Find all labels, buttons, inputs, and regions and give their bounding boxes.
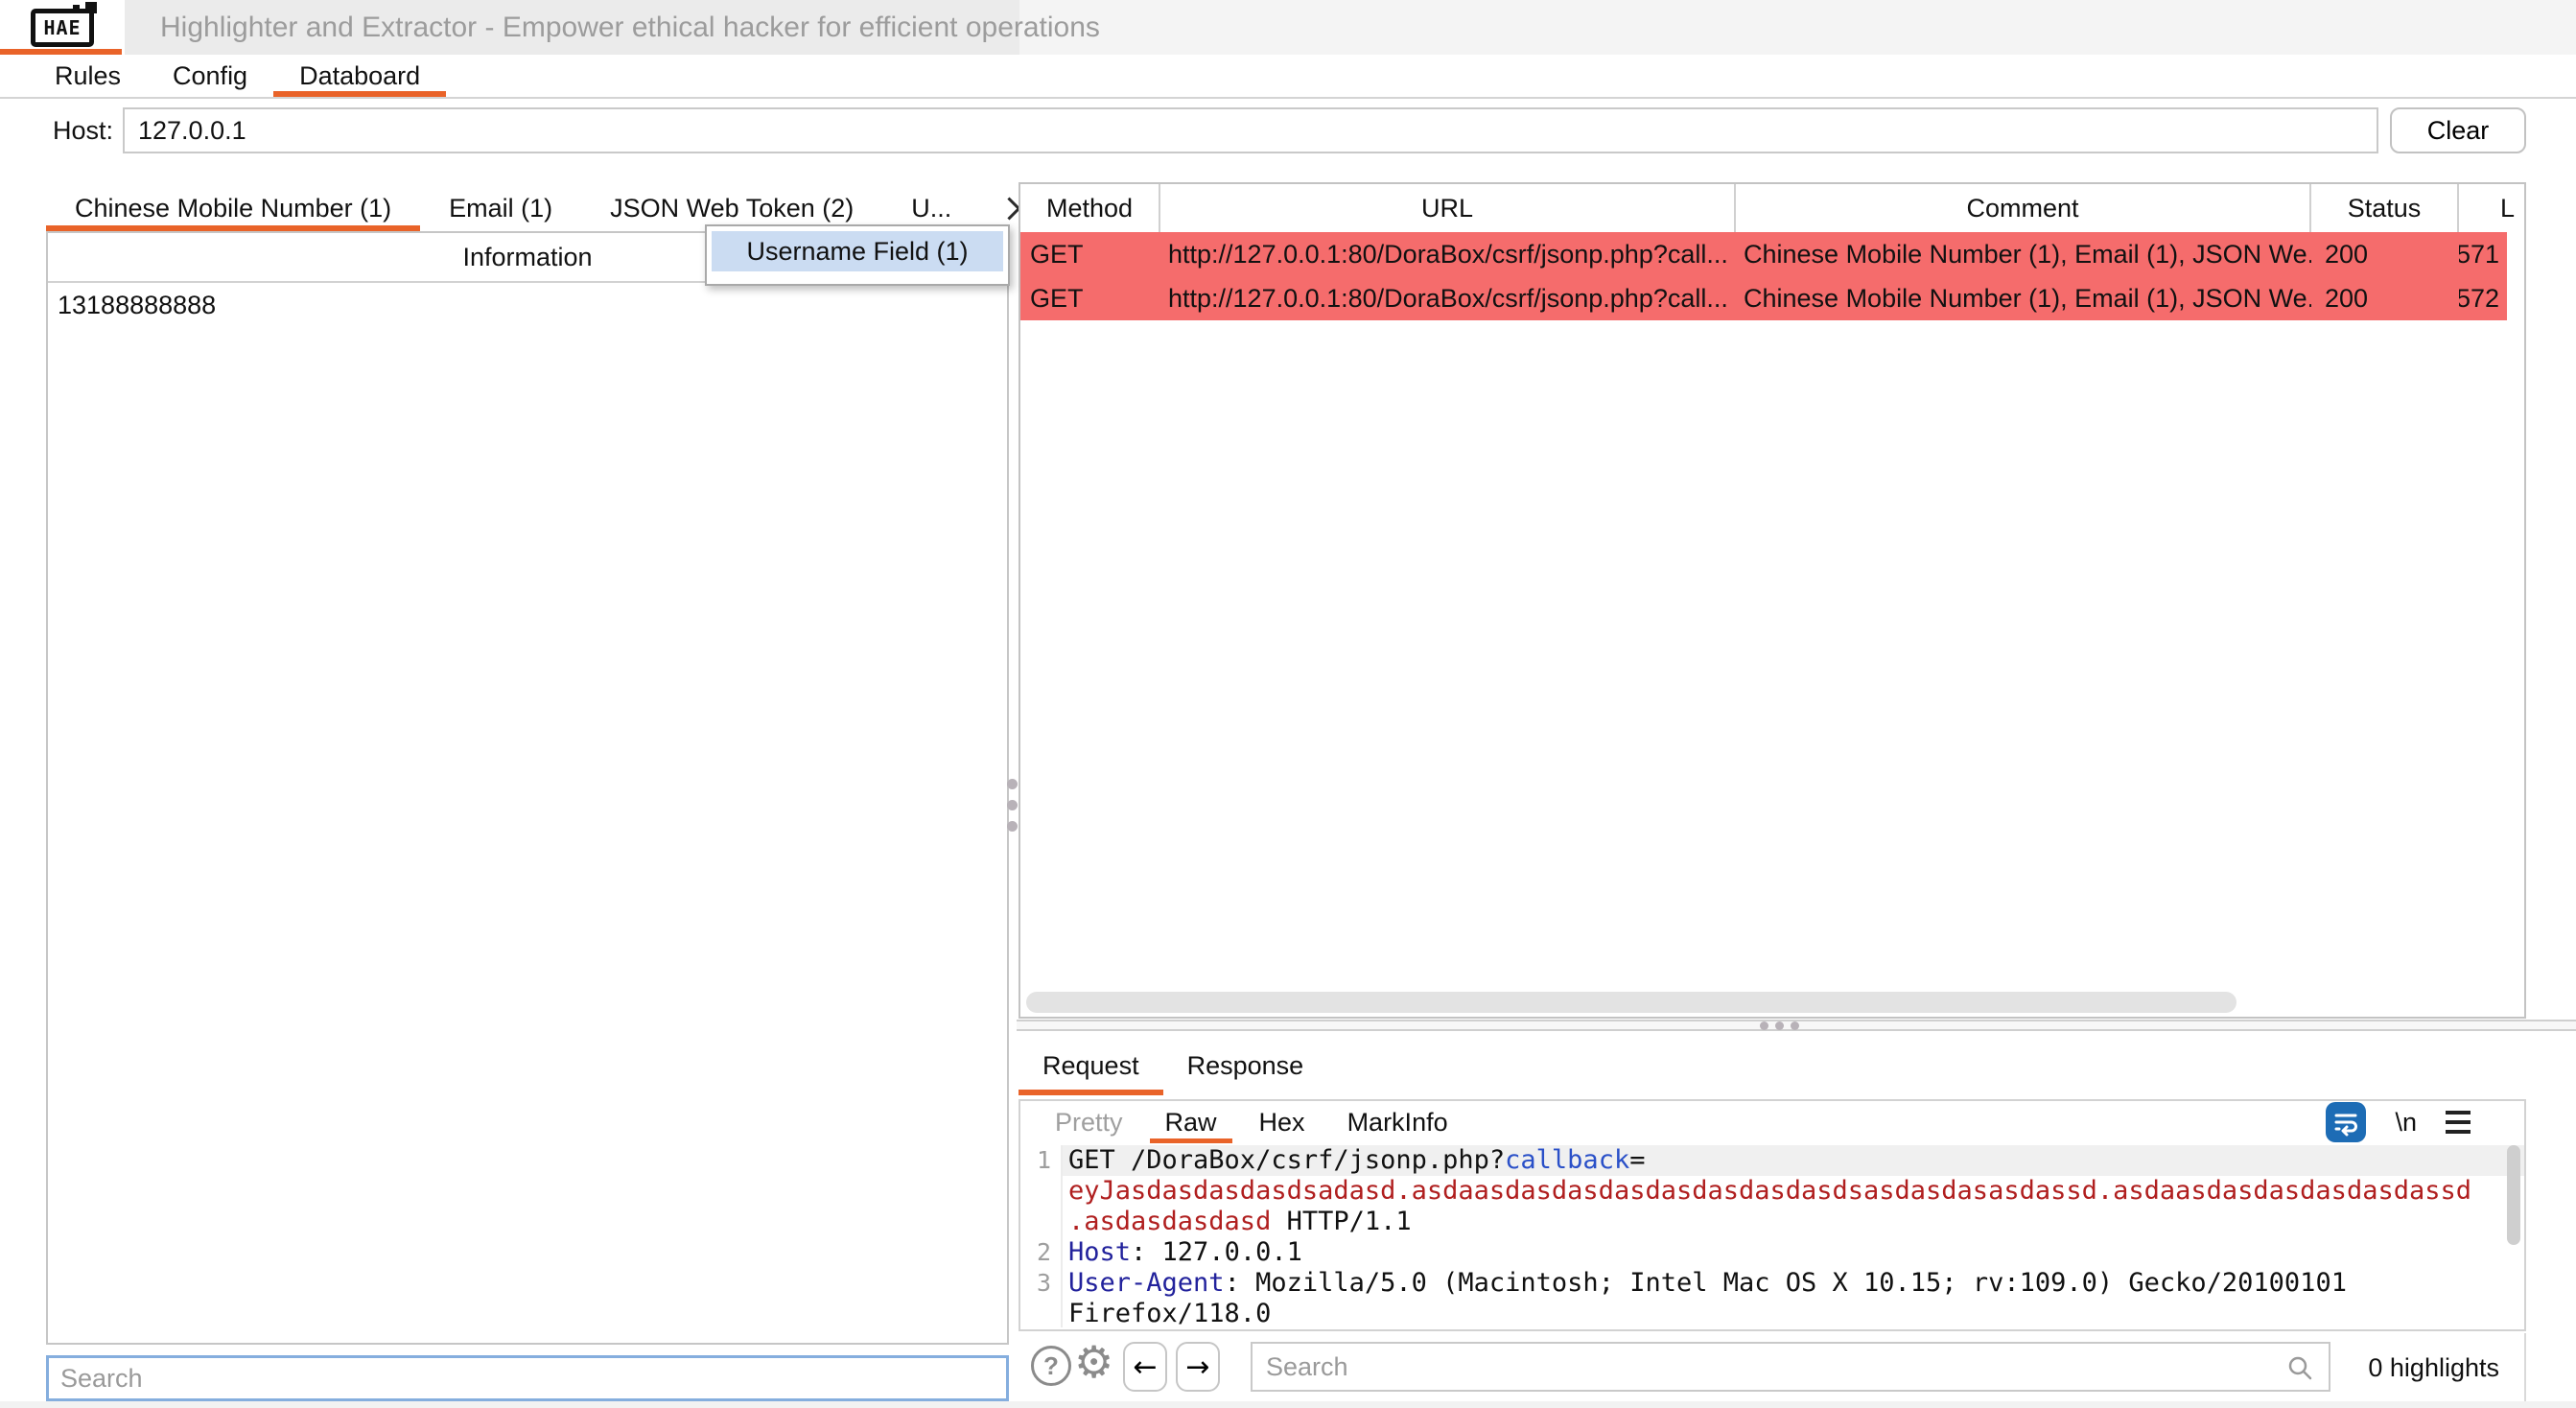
clear-button[interactable]: Clear — [2390, 107, 2526, 153]
host-label: Host: — [53, 107, 113, 153]
information-row[interactable]: 13188888888 — [48, 283, 1007, 327]
tab-markinfo[interactable]: MarkInfo — [1326, 1101, 1469, 1143]
table-row[interactable]: GET http://127.0.0.1:80/DoraBox/csrf/jso… — [1020, 276, 2507, 320]
information-table: Information 13188888888 — [46, 231, 1009, 1345]
previous-match-button[interactable]: ← — [1123, 1342, 1167, 1392]
tab-request[interactable]: Request — [1019, 1036, 1163, 1095]
tab-databoard[interactable]: Databoard — [273, 55, 446, 97]
tab-config[interactable]: Config — [147, 55, 273, 97]
editor-view-tabs: Pretty Raw Hex MarkInfo \n — [1020, 1101, 2524, 1143]
tab-response[interactable]: Response — [1163, 1036, 1328, 1095]
code-line: 2 Host: 127.0.0.1 — [1020, 1237, 2524, 1268]
tab-chinese-mobile-number[interactable]: Chinese Mobile Number (1) — [46, 185, 420, 231]
tab-email[interactable]: Email (1) — [420, 185, 581, 231]
window-footer — [0, 1401, 2576, 1408]
tab-overflow-dropdown: Username Field (1) — [705, 224, 1010, 286]
host-input[interactable] — [123, 107, 2378, 153]
hae-logo-icon: HAE — [31, 9, 94, 47]
code-line: Firefox/118.0 — [1020, 1299, 2524, 1327]
editor-vertical-scrollbar[interactable] — [2507, 1145, 2520, 1245]
title-bar: HAE Highlighter and Extractor - Empower … — [0, 0, 2576, 55]
gear-icon[interactable]: ⚙ — [1074, 1336, 1113, 1388]
logo-pixel-decoration — [73, 5, 80, 12]
column-header-length[interactable]: L — [2459, 184, 2524, 232]
search-icon — [2286, 1354, 2313, 1388]
column-header-status[interactable]: Status — [2311, 184, 2459, 232]
tab-hex[interactable]: Hex — [1238, 1101, 1326, 1143]
column-header-comment[interactable]: Comment — [1736, 184, 2311, 232]
main-nav-tabs: Rules Config Databoard — [0, 55, 2576, 99]
hae-extension-window: HAE Highlighter and Extractor - Empower … — [0, 0, 2576, 1408]
editor-search-input[interactable] — [1251, 1342, 2330, 1392]
dropdown-item-username-field[interactable]: Username Field (1) — [712, 231, 1003, 271]
tab-rules[interactable]: Rules — [29, 55, 147, 97]
editor-search-bar: ? ⚙ ← → 0 highlights — [1019, 1333, 2526, 1402]
newline-toggle[interactable]: \n — [2395, 1108, 2417, 1138]
table-row[interactable]: GET http://127.0.0.1:80/DoraBox/csrf/jso… — [1020, 232, 2507, 276]
requests-table-panel: Method URL Comment Status L GET http://1… — [1019, 182, 2526, 1019]
column-header-method[interactable]: Method — [1020, 184, 1160, 232]
information-search-input[interactable] — [46, 1355, 1009, 1401]
tab-raw[interactable]: Raw — [1144, 1101, 1238, 1143]
code-line: .asdasdasdasd HTTP/1.1 — [1020, 1207, 2524, 1237]
horizontal-splitter-handle[interactable] — [1017, 1020, 2576, 1031]
editor-menu-icon[interactable] — [2446, 1111, 2471, 1134]
word-wrap-toggle-icon[interactable] — [2326, 1102, 2366, 1142]
tab-pretty[interactable]: Pretty — [1034, 1101, 1144, 1143]
column-header-url[interactable]: URL — [1160, 184, 1736, 232]
code-line: 3 User-Agent: Mozilla/5.0 (Macintosh; In… — [1020, 1268, 2524, 1299]
message-editor-panel: Pretty Raw Hex MarkInfo \n 1 — [1019, 1099, 2526, 1331]
next-match-button[interactable]: → — [1176, 1342, 1220, 1392]
message-tabs: Request Response — [1019, 1036, 1327, 1095]
help-icon[interactable]: ? — [1031, 1346, 1071, 1386]
window-title: Highlighter and Extractor - Empower ethi… — [160, 0, 1100, 55]
code-line: 1 GET /DoraBox/csrf/jsonp.php?callback= — [1020, 1145, 2524, 1176]
hae-logo-text: HAE — [43, 16, 81, 39]
code-line: eyJasdasdasdasdsadasd.asdaasdasdasdasdas… — [1020, 1176, 2524, 1207]
logo-pixel-decoration — [85, 2, 97, 13]
hae-logo-tab[interactable]: HAE — [0, 0, 125, 55]
requests-table-header: Method URL Comment Status L — [1020, 184, 2524, 232]
request-editor[interactable]: 1 GET /DoraBox/csrf/jsonp.php?callback= … — [1020, 1143, 2524, 1327]
horizontal-scrollbar[interactable] — [1026, 992, 2236, 1013]
vertical-splitter-handle[interactable] — [1007, 779, 1018, 832]
highlights-count: 0 highlights — [2368, 1333, 2499, 1402]
